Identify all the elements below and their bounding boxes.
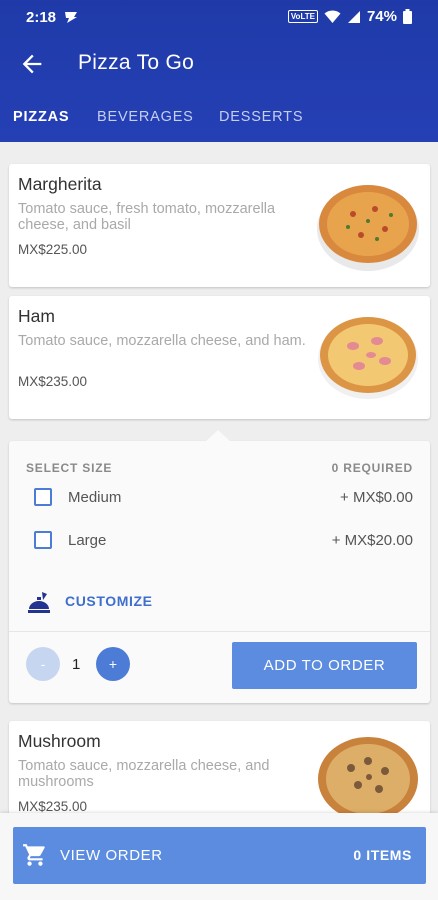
view-order-label: VIEW ORDER — [60, 847, 163, 864]
signal-icon — [347, 10, 360, 23]
divider — [9, 631, 430, 632]
size-medium-price: + MX$0.00 — [340, 489, 413, 506]
margherita-pizza-image — [317, 185, 419, 271]
view-order-button[interactable]: VIEW ORDER 0 ITEMS — [13, 827, 426, 884]
wifi-icon — [324, 10, 341, 23]
size-medium-checkbox[interactable] — [34, 488, 52, 506]
bottom-bar: VIEW ORDER 0 ITEMS — [0, 813, 438, 900]
size-large-price: + MX$20.00 — [331, 532, 413, 549]
toolbar: Pizza To Go — [0, 34, 438, 94]
item-price: MX$235.00 — [18, 799, 88, 814]
size-large-label[interactable]: Large — [68, 532, 106, 549]
menu-item-margherita[interactable]: Margherita Tomato sauce, fresh tomato, m… — [9, 164, 430, 287]
battery-icon — [403, 9, 412, 24]
battery-percent: 74% — [366, 8, 397, 25]
app-header: 2:18 VoLTE 74% Pizza To Go PIZZAS BEVERA… — [0, 0, 438, 142]
tab-desserts[interactable]: DESSERTS — [219, 109, 303, 125]
category-tabs: PIZZAS BEVERAGES DESSERTS — [0, 102, 438, 142]
status-indicators: VoLTE 74% — [287, 8, 412, 25]
notification-icon — [63, 9, 79, 28]
item-description: Tomato sauce, fresh tomato, mozzarella c… — [18, 201, 276, 233]
quantity-value: 1 — [72, 656, 81, 673]
item-name: Margherita — [18, 174, 102, 194]
customize-food-icon — [28, 592, 50, 613]
tab-pizzas[interactable]: PIZZAS — [13, 109, 69, 125]
volte-indicator: VoLTE — [287, 10, 318, 23]
panel-pointer — [205, 430, 231, 442]
order-items-count: 0 ITEMS — [353, 847, 412, 863]
required-count: 0 REQUIRED — [331, 461, 413, 475]
customize-label: CUSTOMIZE — [65, 593, 153, 609]
item-price: MX$225.00 — [18, 242, 88, 257]
back-arrow-icon[interactable] — [18, 50, 46, 78]
decrease-quantity-button[interactable]: - — [26, 647, 60, 681]
item-description: Tomato sauce, mozzarella cheese, and mus… — [18, 758, 270, 790]
status-time: 2:18 — [26, 9, 57, 26]
increase-quantity-button[interactable]: + — [96, 647, 130, 681]
item-name: Ham — [18, 306, 55, 326]
select-size-heading: SELECT SIZE — [26, 461, 113, 475]
ham-pizza-image — [318, 317, 418, 399]
size-large-checkbox[interactable] — [34, 531, 52, 549]
shopping-cart-icon — [23, 844, 45, 866]
item-description: Tomato sauce, mozzarella cheese, and ham… — [18, 333, 306, 349]
item-name: Mushroom — [18, 731, 101, 751]
size-options-panel: SELECT SIZE 0 REQUIRED Medium + MX$0.00 … — [9, 430, 430, 703]
tab-beverages[interactable]: BEVERAGES — [97, 109, 194, 125]
menu-item-ham[interactable]: Ham Tomato sauce, mozzarella cheese, and… — [9, 296, 430, 419]
page-title: Pizza To Go — [78, 51, 195, 74]
status-bar: 2:18 VoLTE 74% — [0, 0, 438, 34]
item-price: MX$235.00 — [18, 374, 88, 389]
size-medium-label[interactable]: Medium — [68, 489, 121, 506]
add-to-order-button[interactable]: ADD TO ORDER — [232, 642, 417, 689]
